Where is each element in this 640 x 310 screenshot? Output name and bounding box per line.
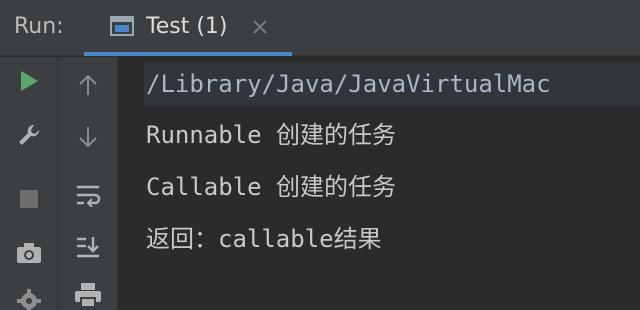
next-occurrence-button[interactable] xyxy=(68,119,108,159)
arrow-down-icon xyxy=(77,125,99,153)
print-button[interactable] xyxy=(68,277,108,310)
scroll-to-end-icon xyxy=(75,235,101,263)
console-line: 返回：callable结果 xyxy=(146,225,382,253)
close-icon[interactable] xyxy=(252,19,268,35)
stop-icon xyxy=(19,189,39,213)
play-icon xyxy=(18,69,40,97)
tab-label: Test (1) xyxy=(146,14,228,39)
run-toolbar-primary xyxy=(0,57,58,310)
stop-button[interactable] xyxy=(9,181,49,221)
console-line: Callable 创建的任务 xyxy=(146,173,397,201)
gear-icon xyxy=(16,288,42,310)
soft-wrap-button[interactable] xyxy=(68,177,108,217)
previous-occurrence-button[interactable] xyxy=(68,67,108,107)
tab-selected-indicator xyxy=(84,52,292,56)
settings-button[interactable] xyxy=(9,283,49,310)
run-label: Run: xyxy=(14,14,64,39)
wrench-icon xyxy=(16,122,42,152)
edit-configuration-button[interactable] xyxy=(9,117,49,157)
scroll-to-end-button[interactable] xyxy=(68,229,108,269)
console-line: Runnable 创建的任务 xyxy=(146,121,397,149)
run-tool-window: Run: Test (1) /Library/Java/JavaVirtualM… xyxy=(0,0,640,310)
rerun-button[interactable] xyxy=(9,63,49,103)
dump-threads-button[interactable] xyxy=(9,235,49,275)
tab-test[interactable]: Test (1) xyxy=(84,0,292,56)
console-window-icon xyxy=(110,16,134,36)
print-icon xyxy=(74,282,102,310)
console-output[interactable]: /Library/Java/JavaVirtualMac Runnable 创建… xyxy=(118,57,640,310)
arrow-up-icon xyxy=(77,73,99,101)
console-line-command: /Library/Java/JavaVirtualMac xyxy=(144,62,640,106)
camera-icon xyxy=(16,242,42,268)
soft-wrap-icon xyxy=(75,183,101,211)
run-header: Run: Test (1) xyxy=(0,0,640,56)
run-toolbar-secondary xyxy=(58,57,118,310)
